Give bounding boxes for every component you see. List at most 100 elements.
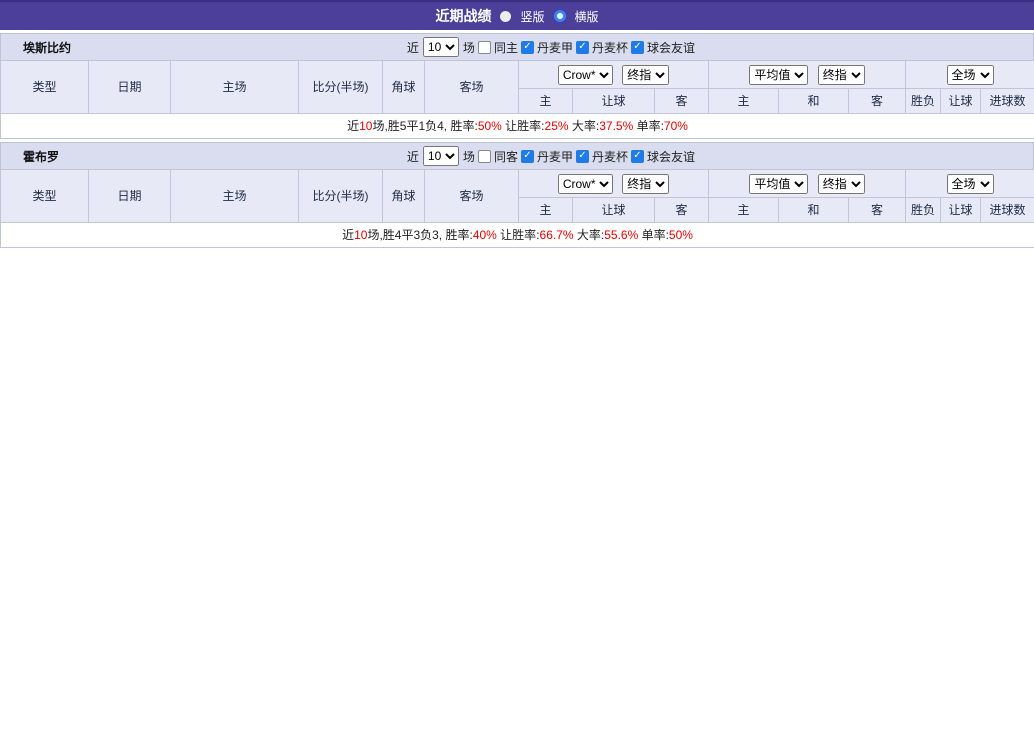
title-bar: 近期战绩 竖版 横版	[0, 0, 1034, 30]
col-header-type: 类型	[0, 60, 89, 114]
col-header-corner: 角球	[382, 169, 425, 223]
average-select-group: 平均值 终指	[708, 60, 907, 89]
layout-vertical-label[interactable]: 竖版	[520, 8, 544, 25]
league1-label[interactable]: 丹麦甲	[537, 39, 573, 56]
summary-row: 近10场,胜5平1负4, 胜率:50% 让胜率:25% 大率:37.5% 单率:…	[0, 113, 1034, 139]
summary-text: 近10场,胜4平3负3, 胜率:40% 让胜率:66.7% 大率:55.6% 单…	[0, 222, 1034, 248]
summary-part: 37.5%	[599, 119, 634, 133]
col-header-crow-handicap: 让球	[572, 197, 655, 223]
col-header-type: 类型	[0, 169, 89, 223]
section-filters: 近 10 场 同主 ✓ 丹麦甲 ✓ 丹麦杯 ✓ 球会友谊	[407, 37, 695, 57]
league2-label[interactable]: 丹麦杯	[592, 39, 628, 56]
summary-part: 40%	[472, 228, 497, 242]
col-header-avg-draw: 和	[778, 197, 850, 223]
col-header-date: 日期	[88, 169, 171, 223]
summary-part: 50%	[668, 228, 693, 242]
summary-part: 70%	[663, 119, 688, 133]
col-header-crow-home: 主	[518, 197, 573, 223]
col-header-goals-result: 进球数	[980, 88, 1034, 114]
final-odds-select-2[interactable]: 终指	[817, 64, 865, 85]
summary-part: 10	[359, 119, 373, 133]
games-label: 场	[462, 40, 475, 55]
col-header-goals-result: 进球数	[980, 197, 1034, 223]
summary-part: 10	[354, 228, 368, 242]
col-header-home: 主场	[170, 169, 299, 223]
col-header-crow-home: 主	[518, 88, 573, 114]
summary-part: 近	[347, 119, 360, 133]
summary-part: 55.6%	[604, 228, 639, 242]
scope-select[interactable]: 全场	[946, 173, 994, 194]
average-select-group: 平均值 终指	[708, 169, 907, 198]
summary-part: 近	[342, 228, 355, 242]
layout-vertical-radio[interactable]	[500, 10, 512, 22]
league1-checkbox[interactable]: ✓	[520, 149, 534, 163]
team-section-hobro: 霍布罗 近 10 场 同客 ✓ 丹麦甲 ✓ 丹麦杯 ✓ 球会友谊 类型 日期 主…	[0, 142, 1034, 248]
section-team-name: 霍布罗	[23, 149, 60, 164]
average-select[interactable]: 平均值	[749, 173, 809, 194]
same-venue-label[interactable]: 同主	[494, 39, 518, 56]
league3-label[interactable]: 球会友谊	[647, 39, 695, 56]
near-label: 近	[406, 40, 419, 55]
summary-part: 66.7%	[539, 228, 574, 242]
bookmaker-select[interactable]: Crow*	[557, 173, 613, 194]
league3-checkbox[interactable]: ✓	[630, 40, 644, 54]
league1-label[interactable]: 丹麦甲	[537, 148, 573, 165]
col-header-avg-home: 主	[708, 88, 780, 114]
section-team-name: 埃斯比约	[23, 40, 72, 55]
scope-select-group: 全场	[905, 60, 1034, 89]
section-bar: 埃斯比约 近 10 场 同主 ✓ 丹麦甲 ✓ 丹麦杯 ✓ 球会友谊	[0, 33, 1034, 60]
summary-part: 让胜率:	[501, 119, 545, 133]
col-header-score: 比分(半场)	[298, 169, 383, 223]
league3-checkbox[interactable]: ✓	[630, 149, 644, 163]
summary-part: 让胜率:	[496, 228, 540, 242]
col-header-avg-away: 客	[848, 197, 907, 223]
league2-checkbox[interactable]: ✓	[575, 40, 589, 54]
layout-horizontal-radio[interactable]	[553, 10, 566, 22]
league1-checkbox[interactable]: ✓	[520, 40, 534, 54]
summary-part: 大率:	[573, 228, 605, 242]
summary-part: 场,胜5平1负4, 胜率:	[372, 119, 478, 133]
summary-part: 场,胜4平3负3, 胜率:	[367, 228, 473, 242]
col-header-crow-away: 客	[653, 197, 710, 223]
summary-part: 50%	[477, 119, 502, 133]
bookmaker-select-group: Crow* 终指	[517, 169, 710, 198]
same-venue-label[interactable]: 同客	[494, 148, 518, 165]
results-table: 类型 日期 主场 比分(半场) 角球 客场 Crow* 终指 平均值 终指 全场	[0, 169, 1034, 248]
col-header-result: 胜负	[905, 197, 942, 223]
same-venue-checkbox[interactable]	[477, 149, 491, 163]
layout-horizontal-label[interactable]: 横版	[575, 8, 599, 25]
league3-label[interactable]: 球会友谊	[647, 148, 695, 165]
games-count-select[interactable]: 10	[422, 146, 459, 166]
scope-select-group: 全场	[905, 169, 1034, 198]
team-section-esbjerg: 埃斯比约 近 10 场 同主 ✓ 丹麦甲 ✓ 丹麦杯 ✓ 球会友谊 类型 日期 …	[0, 33, 1034, 139]
final-odds-select[interactable]: 终指	[622, 64, 670, 85]
col-header-date: 日期	[88, 60, 171, 114]
games-count-select[interactable]: 10	[422, 37, 459, 57]
page-title: 近期战绩	[435, 8, 492, 24]
final-odds-select-2[interactable]: 终指	[817, 173, 865, 194]
same-venue-checkbox[interactable]	[477, 40, 491, 54]
summary-part: 大率:	[568, 119, 600, 133]
section-filters: 近 10 场 同客 ✓ 丹麦甲 ✓ 丹麦杯 ✓ 球会友谊	[407, 146, 695, 166]
col-header-avg-home: 主	[708, 197, 780, 223]
summary-part: 单率:	[638, 228, 669, 242]
league2-checkbox[interactable]: ✓	[575, 149, 589, 163]
section-bar: 霍布罗 近 10 场 同客 ✓ 丹麦甲 ✓ 丹麦杯 ✓ 球会友谊	[0, 142, 1034, 169]
col-header-avg-draw: 和	[778, 88, 850, 114]
col-header-handicap-result: 让球	[940, 88, 982, 114]
average-select[interactable]: 平均值	[749, 64, 809, 85]
col-header-result: 胜负	[905, 88, 942, 114]
results-table: 类型 日期 主场 比分(半场) 角球 客场 Crow* 终指 平均值 终指 全场	[0, 60, 1034, 139]
bookmaker-select[interactable]: Crow*	[557, 64, 613, 85]
summary-part: 25%	[544, 119, 569, 133]
col-header-crow-away: 客	[653, 88, 710, 114]
summary-row: 近10场,胜4平3负3, 胜率:40% 让胜率:66.7% 大率:55.6% 单…	[0, 222, 1034, 248]
league2-label[interactable]: 丹麦杯	[592, 148, 628, 165]
final-odds-select[interactable]: 终指	[622, 173, 670, 194]
col-header-away: 客场	[424, 169, 519, 223]
scope-select[interactable]: 全场	[946, 64, 994, 85]
col-header-corner: 角球	[382, 60, 425, 114]
summary-part: 单率:	[633, 119, 664, 133]
col-header-crow-handicap: 让球	[572, 88, 655, 114]
col-header-handicap-result: 让球	[940, 197, 982, 223]
